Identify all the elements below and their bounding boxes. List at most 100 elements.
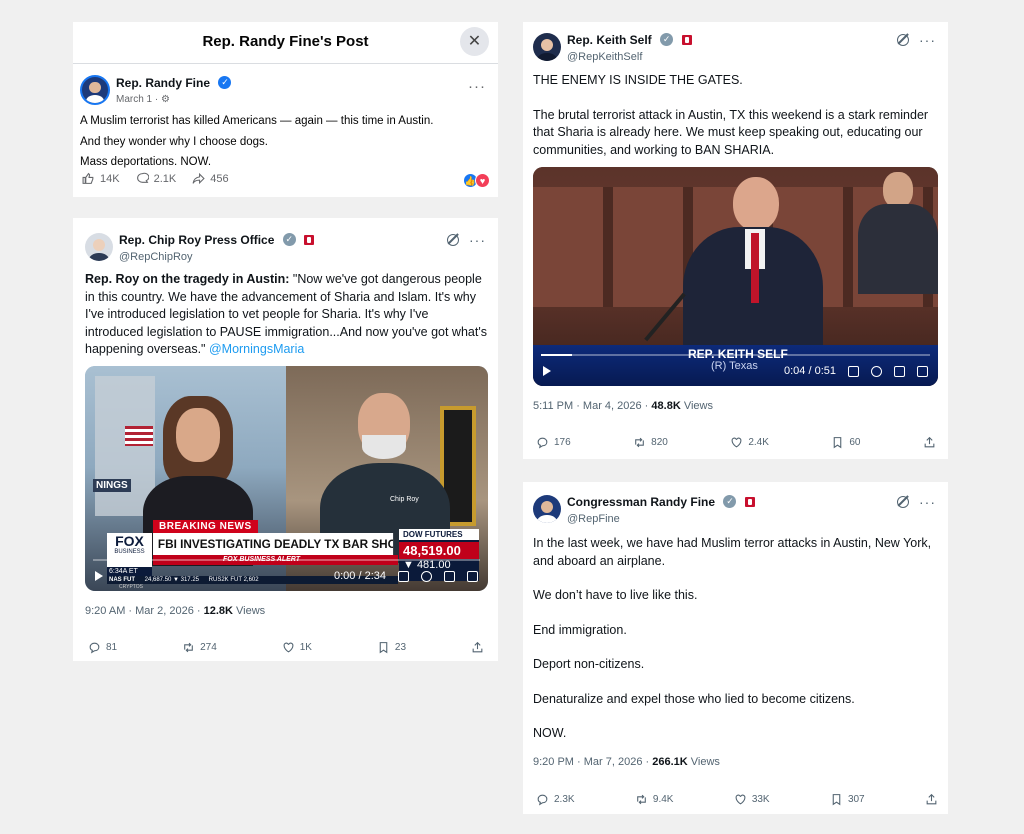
pip-icon[interactable] <box>894 365 905 377</box>
privacy-gear-icon: ⚙ <box>161 94 170 105</box>
views-label: Views <box>687 756 720 768</box>
shirt-logo: Chip Roy <box>390 496 419 503</box>
views-label: Views <box>232 605 266 617</box>
government-label-icon <box>304 234 315 245</box>
post-line-1: A Muslim terrorist has killed Americans … <box>80 115 434 127</box>
thumbs-up-icon <box>82 172 94 184</box>
repost-count: 9.4K <box>652 794 674 805</box>
tweet-paragraph-2: The brutal terrorist attack in Austin, T… <box>533 107 929 157</box>
repost-button[interactable]: 820 <box>633 436 668 449</box>
like-button[interactable]: 1K <box>282 641 312 654</box>
pip-icon[interactable] <box>444 570 455 582</box>
more-options-button[interactable]: ··· <box>919 494 936 510</box>
more-options-button[interactable]: ··· <box>468 78 486 95</box>
tweet-paragraph-4: Deport non-citizens. <box>533 657 645 671</box>
share-button[interactable] <box>471 641 484 654</box>
fullscreen-icon[interactable] <box>917 365 928 377</box>
like-button[interactable]: 14K <box>82 172 120 185</box>
handle[interactable]: @RepChipRoy <box>119 251 314 263</box>
volume-icon[interactable] <box>398 570 409 582</box>
avatar[interactable] <box>533 33 561 61</box>
like-count: 2.4K <box>748 437 769 448</box>
view-count: 48.8K <box>651 400 681 412</box>
bookmark-count: 23 <box>394 642 407 653</box>
avatar[interactable] <box>533 495 561 523</box>
author-name[interactable]: Rep. Randy Fine <box>116 76 210 90</box>
timestamp[interactable]: 9:20 AM · Mar 2, 2026 · <box>85 605 204 617</box>
grok-icon[interactable] <box>897 496 909 508</box>
close-icon: ✕ <box>467 33 482 50</box>
display-name[interactable]: Rep. Keith Self <box>567 33 652 47</box>
reply-button[interactable]: 176 <box>536 436 571 449</box>
share-icon <box>926 793 937 805</box>
like-button[interactable]: 33K <box>734 793 770 806</box>
post-line-2: And they wonder why I choose dogs. <box>80 135 268 148</box>
government-label-icon <box>744 496 755 507</box>
fb-post-title: Rep. Randy Fine's Post <box>202 33 369 50</box>
like-button[interactable]: 2.4K <box>730 436 769 449</box>
share-button[interactable] <box>923 436 936 449</box>
timestamp[interactable]: 5:11 PM · Mar 4, 2026 · <box>533 400 651 412</box>
share-count: 456 <box>210 172 229 185</box>
like-count: 1K <box>299 642 312 653</box>
more-options-button[interactable]: ··· <box>469 232 486 248</box>
bookmark-button[interactable]: 60 <box>831 436 860 449</box>
play-button[interactable] <box>543 366 551 376</box>
verified-badge-icon: ✓ <box>282 233 296 247</box>
reply-count: 81 <box>106 642 118 653</box>
tweet-meta: 9:20 PM · Mar 7, 2026 · 266.1K Views <box>533 756 720 768</box>
timestamp[interactable]: 9:20 PM · Mar 7, 2026 · <box>533 756 652 768</box>
like-count: 33K <box>751 794 770 805</box>
post-body: A Muslim terrorist has killed Americans … <box>80 111 433 173</box>
repost-icon <box>637 794 646 805</box>
share-button[interactable] <box>925 793 938 806</box>
avatar[interactable] <box>80 74 110 105</box>
grok-icon[interactable] <box>447 234 459 246</box>
settings-icon[interactable] <box>871 365 882 377</box>
close-button[interactable]: ✕ <box>460 27 489 56</box>
repost-button[interactable]: 274 <box>182 641 217 654</box>
tweet-paragraph-1: THE ENEMY IS INSIDE THE GATES. <box>533 73 743 87</box>
share-icon <box>924 436 935 448</box>
fb-post-header: Rep. Randy Fine's Post ✕ <box>73 22 498 64</box>
bookmark-icon <box>834 437 842 449</box>
tweet-meta: 9:20 AM · Mar 2, 2026 · 12.8K Views <box>85 605 265 617</box>
heart-icon <box>735 794 746 805</box>
handle[interactable]: @RepKeithSelf <box>567 51 692 63</box>
play-button[interactable] <box>95 571 103 581</box>
bookmark-button[interactable]: 23 <box>377 641 406 654</box>
bookmark-icon <box>379 642 388 654</box>
settings-icon[interactable] <box>421 570 432 582</box>
display-name[interactable]: Congressman Randy Fine <box>567 495 715 509</box>
views-label: Views <box>680 400 713 412</box>
grok-icon[interactable] <box>897 34 909 46</box>
handle[interactable]: @RepFine <box>567 513 755 525</box>
display-name[interactable]: Rep. Chip Roy Press Office <box>119 233 274 247</box>
post-date[interactable]: March 1 · <box>116 94 161 105</box>
facebook-post-card: Rep. Randy Fine's Post ✕ Rep. Randy Fine… <box>73 22 498 197</box>
tweet-meta: 5:11 PM · Mar 4, 2026 · 48.8K Views <box>533 400 713 412</box>
heart-icon <box>283 642 294 653</box>
bookmark-button[interactable]: 307 <box>830 793 865 806</box>
share-arrow-icon <box>192 172 205 185</box>
comment-icon <box>136 172 149 183</box>
comment-button[interactable]: 2.1K <box>136 172 176 185</box>
mention-link[interactable]: @MorningsMaria <box>209 342 304 356</box>
bookmark-count: 60 <box>849 437 861 448</box>
bookmark-icon <box>832 794 841 806</box>
video-player[interactable]: REP. KEITH SELF (R) Texas 0:04 / 0:51 <box>533 167 938 386</box>
reply-button[interactable]: 2.3K <box>536 793 575 806</box>
repost-button[interactable]: 9.4K <box>635 793 674 806</box>
view-count: 266.1K <box>652 756 688 768</box>
government-label-icon <box>681 34 692 45</box>
reply-button[interactable]: 81 <box>88 641 117 654</box>
reactions[interactable]: 👍 ♥ <box>463 173 490 188</box>
bookmark-count: 307 <box>847 794 865 805</box>
share-button[interactable]: 456 <box>192 172 229 185</box>
fullscreen-icon[interactable] <box>467 570 478 582</box>
video-player[interactable]: NINGS Chip Roy BREAKING NEWS FOX BUSINES… <box>85 366 488 591</box>
more-options-button[interactable]: ··· <box>919 32 936 48</box>
seated-person <box>853 172 938 294</box>
avatar[interactable] <box>85 233 113 261</box>
volume-icon[interactable] <box>848 365 859 377</box>
